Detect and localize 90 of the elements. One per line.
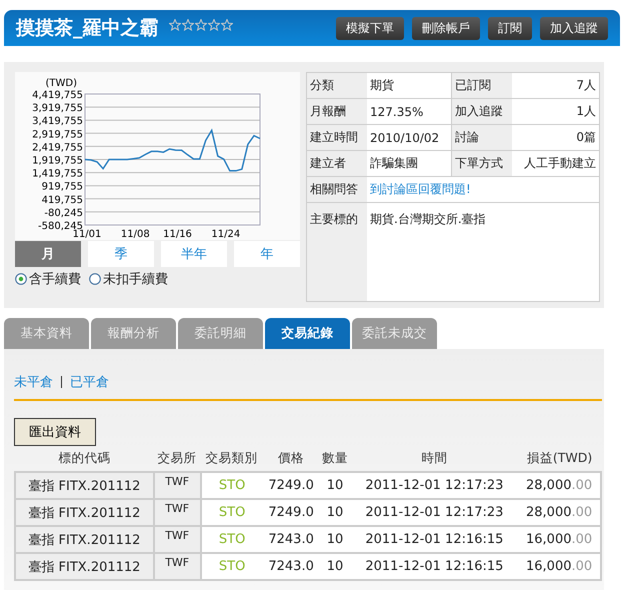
exchange-cell: TWF	[154, 553, 200, 580]
header-button[interactable]: 刪除帳戶	[412, 16, 480, 40]
fee-radio-option[interactable]: 含手續費	[15, 270, 81, 288]
x-tick-label: 11/24	[211, 229, 240, 240]
field-label: 分類	[307, 73, 367, 98]
exchange-cell: TWF	[154, 526, 200, 553]
header-button[interactable]: 加入追蹤	[540, 16, 608, 40]
period-tab[interactable]: 季	[88, 241, 154, 267]
y-tick-label: 1,919,755	[32, 156, 83, 166]
type-cell: STO	[200, 499, 263, 526]
field-label: 討論	[452, 125, 512, 150]
star-icon	[194, 19, 206, 31]
x-tick-label: 11/01	[72, 229, 102, 240]
y-tick-label: -80,245	[44, 208, 83, 219]
time-cell: 2011-12-01 12:17:23	[350, 499, 518, 526]
price-cell: 7249.0	[262, 499, 320, 526]
tab[interactable]: 報酬分析	[91, 318, 176, 349]
field-label: 已訂閱	[452, 73, 512, 98]
x-tick-label: 11/08	[120, 229, 150, 240]
star-icon	[220, 19, 232, 31]
tab[interactable]: 委託未成交	[352, 318, 437, 349]
field-label: 主要標的	[307, 203, 367, 301]
profit-cell: 28,000.00	[518, 472, 601, 499]
header-button[interactable]: 訂閱	[488, 16, 532, 40]
field-value: 期貨.台灣期交所.臺指	[369, 211, 487, 228]
time-cell: 2011-12-01 12:16:15	[350, 553, 518, 580]
quantity-cell: 10	[320, 499, 351, 526]
symbol-cell: 臺指 FITX.201112	[15, 526, 154, 553]
column-header: 損益(TWD)	[526, 450, 592, 465]
header-button[interactable]: 模擬下單	[336, 16, 404, 40]
column-header: 交易所	[158, 450, 197, 465]
type-cell: STO	[200, 472, 263, 499]
symbol-cell: 臺指 FITX.201112	[15, 499, 154, 526]
exchange-cell: TWF	[154, 472, 200, 499]
exchange-cell: TWF	[154, 499, 200, 526]
symbol-cell: 臺指 FITX.201112	[15, 553, 154, 580]
y-tick-label: 2,919,755	[32, 129, 83, 140]
star-icon	[182, 19, 194, 31]
field-value: 0篇	[575, 129, 597, 146]
time-cell: 2011-12-01 12:17:23	[350, 472, 518, 499]
price-cell: 7243.0	[262, 553, 320, 580]
tab[interactable]: 委託明細	[178, 318, 263, 349]
quantity-cell: 10	[320, 553, 351, 580]
field-label: 相關問答	[307, 177, 367, 202]
period-tab[interactable]: 月	[15, 241, 81, 267]
symbol-cell: 臺指 FITX.201112	[15, 472, 154, 499]
column-header: 數量	[322, 450, 348, 465]
y-tick-label: 3,419,755	[32, 116, 83, 128]
field-label: 月報酬	[307, 99, 367, 124]
export-button[interactable]: 匯出資料	[14, 418, 96, 446]
y-tick-label: 919,755	[42, 182, 83, 193]
quantity-cell: 10	[320, 526, 351, 553]
y-tick-label: 4,419,755	[32, 90, 83, 101]
x-tick-label: 11/16	[163, 229, 192, 240]
tab[interactable]: 交易紀錄	[265, 318, 350, 349]
field-value: 1人	[575, 103, 597, 120]
period-tab[interactable]: 年	[234, 241, 300, 267]
time-cell: 2011-12-01 12:16:15	[350, 526, 518, 553]
star-icon	[168, 19, 180, 31]
star-icon	[208, 19, 220, 31]
field-value: 7人	[575, 77, 597, 94]
field-label: 下單方式	[452, 151, 512, 176]
axis-unit: (TWD)	[46, 78, 77, 89]
y-tick-label: 3,919,755	[32, 103, 83, 114]
column-header: 標的代碼	[58, 450, 110, 465]
field-value: 人工手動建立	[523, 155, 597, 172]
field-label: 建立時間	[307, 125, 367, 150]
field-label: 加入追蹤	[452, 99, 512, 124]
column-header: 時間	[421, 450, 448, 465]
quantity-cell: 10	[320, 472, 351, 499]
column-header: 交易類別	[206, 450, 258, 465]
period-tab[interactable]: 半年	[161, 241, 227, 267]
type-cell: STO	[200, 526, 263, 553]
y-tick-label: 419,755	[42, 194, 83, 206]
y-tick-label: 1,419,755	[32, 168, 83, 180]
fee-radio-option[interactable]: 未扣手續費	[89, 270, 168, 288]
tab[interactable]: 基本資料	[4, 318, 89, 349]
column-header: 價格	[278, 450, 304, 465]
field-label: 建立者	[307, 151, 367, 176]
profit-cell: 28,000.00	[518, 499, 601, 526]
discussion-link[interactable]: 到討論區回覆問題!	[367, 177, 599, 202]
filter-link[interactable]: 已平倉	[70, 373, 109, 391]
account-title: 摸摸茶_羅中之霸	[16, 16, 158, 41]
price-cell: 7249.0	[262, 472, 320, 499]
y-tick-label: 2,419,755	[32, 142, 83, 154]
profit-cell: 16,000.00	[518, 553, 601, 580]
type-cell: STO	[200, 553, 263, 580]
filter-link[interactable]: 未平倉	[14, 373, 53, 391]
price-cell: 7243.0	[262, 526, 320, 553]
profit-cell: 16,000.00	[518, 526, 601, 553]
